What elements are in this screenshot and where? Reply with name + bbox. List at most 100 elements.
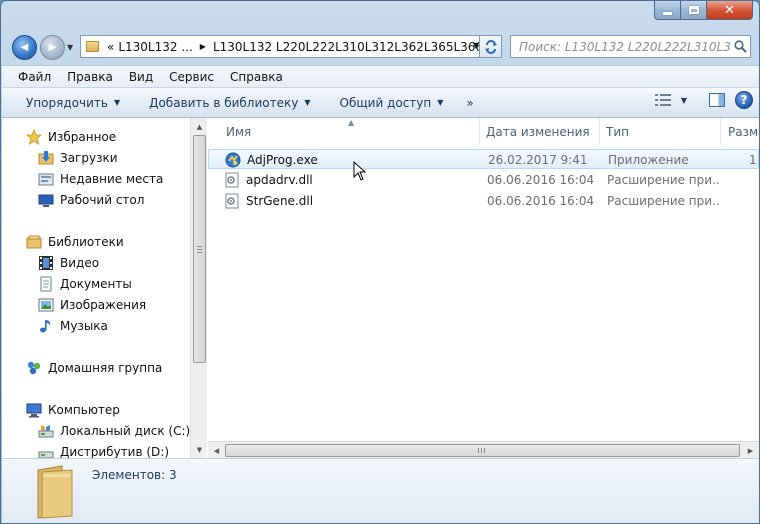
file-type: Приложение xyxy=(608,153,689,167)
menu-edit[interactable]: Правка xyxy=(59,70,121,84)
chevron-down-icon[interactable]: ▼ xyxy=(681,96,687,105)
file-list-horizontal-scrollbar[interactable]: ◀ ▶ xyxy=(208,441,759,458)
star-icon xyxy=(26,129,42,145)
close-icon: ✕ xyxy=(724,2,735,18)
content-area: Избранное Загрузки Недавние места Рабочи… xyxy=(2,118,759,458)
column-size[interactable]: Разм xyxy=(721,118,759,145)
search-box[interactable]: Поиск: L130L132 L220L222L310L312L3... xyxy=(510,35,751,58)
scrollbar-thumb[interactable] xyxy=(193,135,206,363)
drive-icon xyxy=(38,425,54,438)
breadcrumb-arrow-icon[interactable]: ▶ xyxy=(200,42,206,51)
sidebar-favorites[interactable]: Избранное xyxy=(26,127,116,147)
organize-button[interactable]: Упорядочить ▼ xyxy=(2,96,135,110)
file-name-cell: apdadrv.dll xyxy=(224,170,480,190)
minimize-icon xyxy=(663,11,672,15)
preview-pane-button[interactable] xyxy=(709,93,725,107)
file-type: Расширение при... xyxy=(607,173,721,187)
menu-file[interactable]: Файл xyxy=(10,70,59,84)
file-row-apdadrv[interactable]: apdadrv.dll 06.06.2016 16:04 Расширение … xyxy=(208,170,759,190)
change-view-button[interactable]: ▼ xyxy=(654,94,687,106)
navigation-bar: ◀ ▶ ▼ « L130L132 ... ▶ L130L132 L220L222… xyxy=(1,29,759,65)
sidebar-item-label: Загрузки xyxy=(60,151,118,165)
sidebar-item-documents[interactable]: Документы xyxy=(38,274,132,294)
column-date-modified[interactable]: Дата изменения xyxy=(480,118,600,145)
homegroup-icon xyxy=(27,361,41,375)
address-segment-parent[interactable]: L130L132 ... xyxy=(114,40,196,54)
downloads-folder-icon xyxy=(38,151,54,165)
file-name-cell: StrGene.dll xyxy=(224,191,480,211)
minimize-button[interactable] xyxy=(654,1,681,20)
column-headers: ▲ Имя Дата изменения Тип Разм xyxy=(208,118,759,145)
add-to-library-button[interactable]: Добавить в библиотеку ▼ xyxy=(135,96,325,110)
computer-icon xyxy=(26,403,42,418)
pictures-icon xyxy=(38,298,54,312)
sidebar-item-drive-c[interactable]: Локальный диск (C:) xyxy=(38,421,190,441)
sidebar-item-pictures[interactable]: Изображения xyxy=(38,295,146,315)
folder-icon xyxy=(37,465,73,519)
sidebar-item-label: Недавние места xyxy=(60,172,164,186)
scrollbar-thumb[interactable] xyxy=(225,444,740,457)
more-commands-button[interactable]: » xyxy=(458,96,481,110)
file-size xyxy=(748,170,759,190)
search-icon[interactable] xyxy=(730,40,750,53)
sidebar-item-label: Дистрибутив (D:) xyxy=(60,445,170,458)
sidebar-computer-label: Компьютер xyxy=(48,403,120,417)
music-icon xyxy=(40,320,51,333)
help-button[interactable]: ? xyxy=(735,91,753,109)
recent-pages-dropdown[interactable]: ▼ xyxy=(67,43,73,52)
file-date: 26.02.2017 9:41 xyxy=(488,153,588,167)
file-list: ▲ Имя Дата изменения Тип Разм AdjProg.ex… xyxy=(208,118,759,458)
address-segment-current[interactable]: L130L132 L220L222L310L312L362L365L366 xyxy=(209,40,487,54)
file-row-adjprog[interactable]: AdjProg.exe 26.02.2017 9:41 Приложение 1 xyxy=(208,149,759,169)
sidebar-item-recent-places[interactable]: Недавние места xyxy=(38,169,163,189)
dll-icon xyxy=(225,193,239,209)
recent-places-icon xyxy=(38,173,54,186)
menu-bar: Файл Правка Вид Сервис Справка xyxy=(2,65,759,87)
navigation-pane-scrollbar[interactable]: ▲ ▼ xyxy=(190,118,207,458)
address-bar[interactable]: « L130L132 ... ▶ L130L132 L220L222L310L3… xyxy=(80,35,502,58)
back-button[interactable]: ◀ xyxy=(12,35,37,60)
forward-button[interactable]: ▶ xyxy=(40,35,65,60)
menu-tools[interactable]: Сервис xyxy=(161,70,222,84)
command-bar: Упорядочить ▼ Добавить в библиотеку ▼ Общи… xyxy=(2,87,759,118)
address-overflow[interactable]: « xyxy=(103,40,114,54)
sidebar-homegroup-label: Домашняя группа xyxy=(48,361,163,375)
menu-view[interactable]: Вид xyxy=(121,70,161,84)
file-row-strgene[interactable]: StrGene.dll 06.06.2016 16:04 Расширение … xyxy=(208,191,759,211)
sidebar-item-videos[interactable]: Видео xyxy=(38,253,99,273)
sidebar-item-desktop[interactable]: Рабочий стол xyxy=(38,190,144,210)
explorer-window: ✕ ◀ ▶ ▼ « L130L132 ... ▶ L130L132 L220L2… xyxy=(0,0,760,524)
documents-icon xyxy=(40,276,52,292)
close-button[interactable]: ✕ xyxy=(707,1,753,20)
file-date: 06.06.2016 16:04 xyxy=(487,173,595,187)
sidebar-item-drive-d[interactable]: Дистрибутив (D:) xyxy=(38,442,169,458)
sidebar-computer[interactable]: Компьютер xyxy=(26,400,120,420)
sidebar-libraries-label: Библиотеки xyxy=(48,235,124,249)
search-input[interactable]: Поиск: L130L132 L220L222L310L312L3... xyxy=(511,40,730,54)
scroll-right-arrow[interactable]: ▶ xyxy=(742,442,759,459)
chevron-down-icon: ▼ xyxy=(304,98,311,107)
scroll-up-arrow[interactable]: ▲ xyxy=(191,118,208,135)
file-size xyxy=(748,191,759,211)
maximize-button[interactable] xyxy=(681,1,707,20)
scroll-down-arrow[interactable]: ▼ xyxy=(191,441,208,458)
folder-icon xyxy=(86,41,99,52)
sidebar-item-music[interactable]: Музыка xyxy=(38,316,108,336)
refresh-button[interactable] xyxy=(479,35,502,58)
mouse-pointer-icon xyxy=(353,161,367,181)
file-name: apdadrv.dll xyxy=(246,173,313,187)
drive-icon xyxy=(38,451,54,458)
column-name[interactable]: Имя xyxy=(208,118,480,145)
sidebar-item-downloads[interactable]: Загрузки xyxy=(38,148,118,168)
share-button[interactable]: Общий доступ ▼ xyxy=(326,96,459,110)
file-name: StrGene.dll xyxy=(246,194,314,208)
scroll-left-arrow[interactable]: ◀ xyxy=(208,442,225,459)
menu-help[interactable]: Справка xyxy=(222,70,291,84)
column-type[interactable]: Тип xyxy=(600,118,721,145)
sidebar-favorites-label: Избранное xyxy=(48,130,117,144)
column-type-label: Тип xyxy=(606,124,629,139)
sidebar-homegroup[interactable]: Домашняя группа xyxy=(26,358,162,378)
sidebar-libraries[interactable]: Библиотеки xyxy=(26,232,124,252)
details-pane: Элементов: 3 xyxy=(2,458,759,523)
file-date: 06.06.2016 16:04 xyxy=(487,194,595,208)
